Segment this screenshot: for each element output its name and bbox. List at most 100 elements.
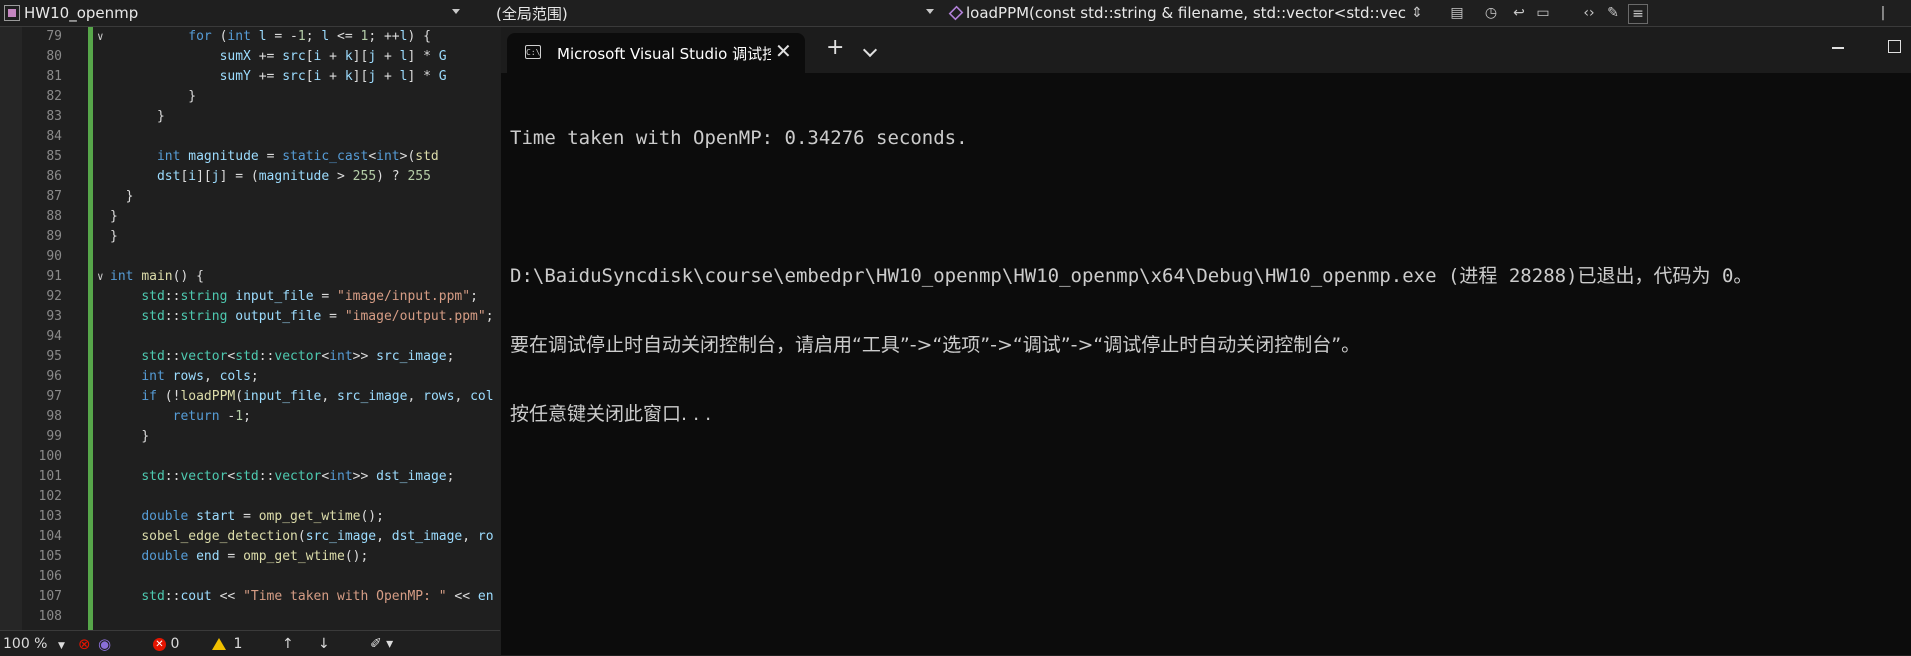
history-icon[interactable]: ◷ — [1482, 4, 1500, 22]
scope-dropdown[interactable]: (全局范围) — [492, 1, 938, 25]
fold-chevron-icon[interactable]: ∨ — [97, 267, 104, 287]
code-line[interactable]: 89} — [0, 227, 500, 247]
code-line[interactable]: 98 return -1; — [0, 407, 500, 427]
code-line[interactable]: 97 if (!loadPPM(input_file, src_image, r… — [0, 387, 500, 407]
up-arrow-icon[interactable]: ↑ — [282, 635, 294, 653]
close-icon[interactable]: ✕ — [775, 39, 792, 63]
project-icon — [4, 5, 20, 21]
code-text: std::vector<std::vector<int>> dst_image; — [141, 469, 455, 484]
code-line[interactable]: 91 ∨ int main() { — [0, 267, 500, 287]
error-icon: ✕ — [153, 637, 166, 651]
settings-icon[interactable]: ≡ — [1628, 4, 1648, 24]
split-icon[interactable]: ⇕ — [1408, 4, 1426, 22]
code-line[interactable]: 80 sumX += src[i + k][j + l] * G — [0, 47, 500, 67]
line-number: 82 — [46, 89, 62, 104]
error-filter-icon[interactable]: ⊗ — [78, 635, 91, 653]
code-text: for (int l = -1; l <= 1; ++l) { — [188, 29, 431, 44]
code-line[interactable]: 104 sobel_edge_detection(src_image, dst_… — [0, 527, 500, 547]
code-line[interactable]: 96 int rows, cols; — [0, 367, 500, 387]
code-line[interactable]: 106 — [0, 567, 500, 587]
code-text: std::string output_file = "image/output.… — [141, 309, 494, 324]
code-line[interactable]: 87 } — [0, 187, 500, 207]
project-dropdown[interactable]: HW10_openmp — [0, 1, 464, 25]
line-number: 108 — [38, 609, 62, 624]
output-line: D:\BaiduSyncdisk\course\embedpr\HW10_ope… — [510, 265, 1753, 287]
copilot-icon[interactable]: ◉ — [98, 635, 111, 653]
tab-title: Microsoft Visual Studio 调试控制台 — [557, 45, 771, 63]
code-line[interactable]: 105 double end = omp_get_wtime(); — [0, 547, 500, 567]
code-text: std::cout << "Time taken with OpenMP: " … — [141, 589, 494, 604]
code-line[interactable]: 90 — [0, 247, 500, 267]
code-text: sumY += src[i + k][j + l] * G — [219, 69, 447, 84]
terminal-title-bar: C:\ Microsoft Visual Studio 调试控制台 ✕ + — [501, 27, 1911, 73]
code-line[interactable]: 88} — [0, 207, 500, 227]
warnings-indicator[interactable]: 1 — [212, 635, 242, 653]
code-text: int main() { — [110, 269, 204, 284]
function-dropdown[interactable]: loadPPM(const std::string & filename, st… — [944, 1, 1406, 25]
line-number: 97 — [46, 389, 62, 404]
code-editor[interactable]: 79 ∨ for (int l = -1; l <= 1; ++l) {80 su… — [0, 27, 500, 630]
more-icon[interactable]: | — [1874, 4, 1892, 22]
code-text: } — [125, 189, 134, 204]
code-line[interactable]: 86 dst[i][j] = (magnitude > 255) ? 255 — [0, 167, 500, 187]
line-number: 99 — [46, 429, 62, 444]
code-line[interactable]: 94 — [0, 327, 500, 347]
line-number: 84 — [46, 129, 62, 144]
code-line[interactable]: 95 std::vector<std::vector<int>> src_ima… — [0, 347, 500, 367]
line-number: 95 — [46, 349, 62, 364]
output-line: 按任意键关闭此窗口. . . — [510, 403, 712, 425]
code-line[interactable]: 102 — [0, 487, 500, 507]
code-line[interactable]: 82 } — [0, 87, 500, 107]
navigation-bar: HW10_openmp (全局范围) loadPPM(const std::st… — [0, 0, 1911, 27]
chevron-down-icon[interactable] — [862, 42, 878, 58]
line-number: 80 — [46, 49, 62, 64]
code-icon[interactable]: ‹› — [1580, 4, 1598, 22]
file-icon[interactable]: ▤ — [1448, 4, 1466, 22]
line-number: 98 — [46, 409, 62, 424]
line-number: 107 — [38, 589, 62, 604]
down-arrow-icon[interactable]: ↓ — [318, 635, 330, 653]
chevron-down-icon — [452, 9, 460, 14]
code-line[interactable]: 93 std::string output_file = "image/outp… — [0, 307, 500, 327]
line-number: 83 — [46, 109, 62, 124]
wrench-icon[interactable]: ✎ — [1604, 4, 1622, 22]
code-text: double start = omp_get_wtime(); — [141, 509, 384, 524]
code-line[interactable]: 92 std::string input_file = "image/input… — [0, 287, 500, 307]
line-number: 103 — [38, 509, 62, 524]
zoom-dropdown[interactable]: 100 % ▼ — [3, 635, 65, 653]
code-line[interactable]: 107 std::cout << "Time taken with OpenMP… — [0, 587, 500, 607]
code-line[interactable]: 100 — [0, 447, 500, 467]
code-line[interactable]: 84 — [0, 127, 500, 147]
code-line[interactable]: 81 sumY += src[i + k][j + l] * G — [0, 67, 500, 87]
method-icon — [948, 5, 964, 21]
line-number: 104 — [38, 529, 62, 544]
terminal-icon: C:\ — [525, 45, 541, 59]
code-text: int rows, cols; — [141, 369, 259, 384]
code-line[interactable]: 79 ∨ for (int l = -1; l <= 1; ++l) { — [0, 27, 500, 47]
line-number: 91 — [46, 269, 62, 284]
code-line[interactable]: 103 double start = omp_get_wtime(); — [0, 507, 500, 527]
back-icon[interactable]: ↩ — [1510, 4, 1528, 22]
fold-chevron-icon[interactable]: ∨ — [97, 27, 104, 47]
console-tab[interactable]: C:\ Microsoft Visual Studio 调试控制台 ✕ — [507, 33, 805, 73]
project-name: HW10_openmp — [24, 4, 139, 22]
minimize-icon[interactable] — [1832, 47, 1844, 49]
code-line[interactable]: 99 } — [0, 427, 500, 447]
window-icon[interactable]: ▭ — [1534, 4, 1552, 22]
maximize-icon[interactable] — [1888, 40, 1901, 53]
line-number: 93 — [46, 309, 62, 324]
editor-status-bar: 100 % ▼ ⊗ ◉ ✕ 0 1 ↑ ↓ ✐ ▾ — [0, 630, 500, 656]
code-line[interactable]: 83 } — [0, 107, 500, 127]
code-text: double end = omp_get_wtime(); — [141, 549, 369, 564]
line-number: 85 — [46, 149, 62, 164]
errors-indicator[interactable]: ✕ 0 — [153, 635, 179, 653]
new-tab-icon[interactable]: + — [826, 35, 844, 60]
cleanup-icon[interactable]: ✐ ▾ — [370, 635, 393, 653]
code-text: sumX += src[i + k][j + l] * G — [219, 49, 447, 64]
code-line[interactable]: 108 — [0, 607, 500, 627]
code-line[interactable]: 101 std::vector<std::vector<int>> dst_im… — [0, 467, 500, 487]
code-line[interactable]: 85 int magnitude = static_cast<int>(std — [0, 147, 500, 167]
line-number: 100 — [38, 449, 62, 464]
line-number: 94 — [46, 329, 62, 344]
